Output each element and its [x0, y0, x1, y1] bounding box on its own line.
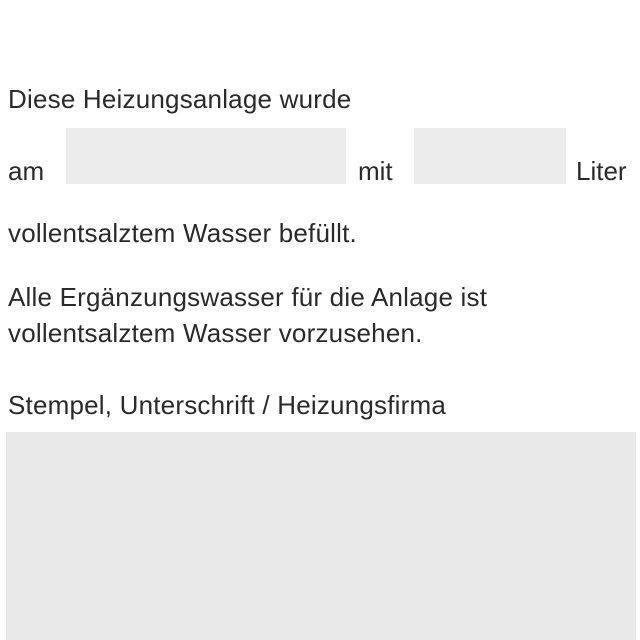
signature-field[interactable]: [6, 432, 636, 640]
amount-field[interactable]: [414, 128, 566, 184]
fill-details-row: am mit Liter: [0, 128, 640, 188]
unit-label: Liter: [576, 156, 627, 186]
note-line-1: Alle Ergänzungswasser für die Anlage ist: [8, 282, 488, 312]
signature-label: Stempel, Unterschrift / Heizungsfirma: [8, 390, 446, 420]
fill-text: vollentsalztem Wasser befüllt.: [8, 218, 357, 248]
date-prefix-label: am: [8, 156, 45, 186]
amount-connector-label: mit: [358, 156, 393, 186]
intro-text: Diese Heizungsanlage wurde: [8, 84, 352, 114]
form-page: Diese Heizungsanlage wurde am mit Liter …: [0, 0, 640, 640]
date-field[interactable]: [66, 128, 346, 184]
note-line-2: vollentsalztem Wasser vorzusehen.: [8, 318, 423, 348]
